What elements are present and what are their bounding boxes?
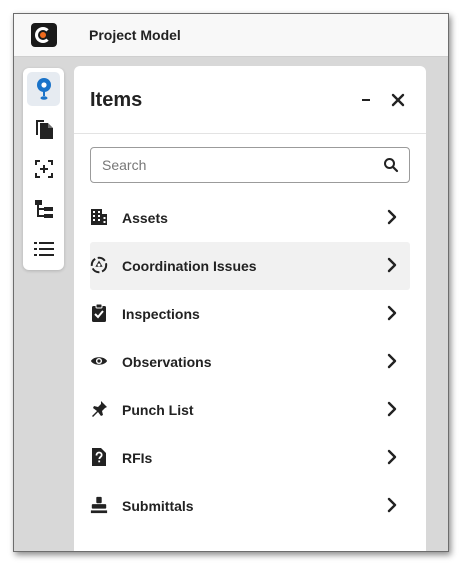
list-item-observations[interactable]: Observations — [90, 338, 410, 386]
list-icon — [33, 242, 54, 256]
list-item-label: RFIs — [122, 450, 153, 466]
rail-button-focus[interactable] — [27, 152, 60, 186]
app-logo-icon — [31, 23, 57, 47]
question-document-icon — [90, 448, 108, 466]
chevron-right-icon — [387, 353, 397, 369]
title-bar: Project Model — [14, 14, 448, 57]
search-input[interactable] — [102, 154, 372, 176]
list-item-inspections[interactable]: Inspections — [90, 290, 410, 338]
clipboard-check-icon — [90, 303, 108, 322]
app-window: Project Model Items Search Assets Coordi… — [13, 13, 449, 552]
search-icon[interactable] — [383, 157, 399, 173]
list-item-coordination-issues[interactable]: Coordination Issues — [90, 242, 410, 290]
list-item-punch-list[interactable]: Punch List — [90, 386, 410, 434]
items-panel: Items Search Assets Coordination Issues … — [74, 66, 426, 551]
chevron-right-icon — [387, 497, 397, 513]
pushpin-icon — [90, 400, 108, 418]
window-title: Project Model — [89, 27, 181, 43]
documents-icon — [35, 120, 53, 139]
chevron-right-icon — [387, 305, 397, 321]
list-item-label: Observations — [122, 354, 212, 370]
building-icon — [90, 208, 108, 226]
location-pin-icon — [36, 78, 51, 100]
list-item-label: Coordination Issues — [122, 258, 257, 274]
header-divider — [74, 133, 426, 134]
minimize-icon — [362, 99, 370, 101]
rail-button-locations[interactable] — [27, 72, 60, 106]
list-item-label: Assets — [122, 210, 168, 226]
list-item-label: Punch List — [122, 402, 194, 418]
chevron-right-icon — [387, 449, 397, 465]
side-toolbar — [23, 68, 64, 270]
rail-button-list[interactable] — [27, 232, 60, 266]
list-item-assets[interactable]: Assets — [90, 194, 410, 242]
chevron-right-icon — [387, 401, 397, 417]
coordination-issues-icon — [90, 256, 108, 274]
focus-frame-icon — [34, 160, 53, 178]
eye-icon — [90, 352, 108, 370]
close-button[interactable] — [388, 90, 408, 110]
list-item-submittals[interactable]: Submittals — [90, 482, 410, 530]
items-list: Assets Coordination Issues Inspections O… — [90, 194, 410, 530]
chevron-right-icon — [387, 209, 397, 225]
search-box — [90, 147, 410, 183]
close-icon — [391, 93, 405, 107]
rail-button-tree[interactable] — [27, 192, 60, 226]
stamp-icon — [90, 496, 108, 514]
list-item-label: Submittals — [122, 498, 194, 514]
chevron-right-icon — [387, 257, 397, 273]
tree-hierarchy-icon — [34, 200, 53, 218]
list-item-rfis[interactable]: RFIs — [90, 434, 410, 482]
list-item-label: Inspections — [122, 306, 200, 322]
minimize-button[interactable] — [356, 90, 376, 110]
panel-title: Items — [90, 89, 143, 111]
rail-button-documents[interactable] — [27, 112, 60, 146]
